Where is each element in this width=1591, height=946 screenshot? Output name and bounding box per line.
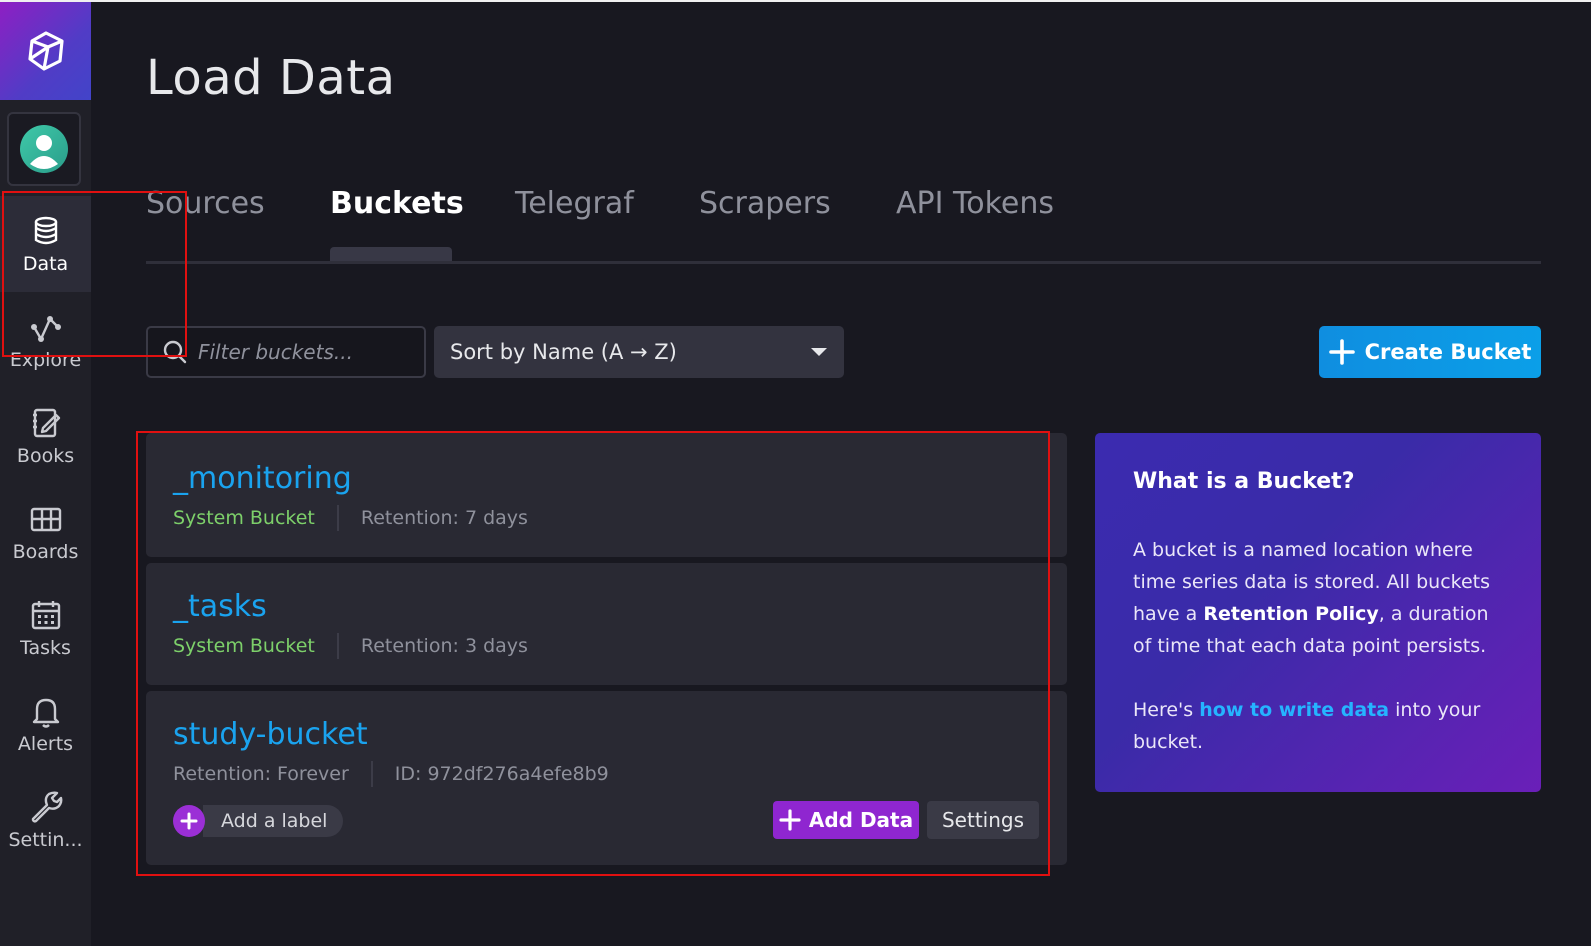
sort-dropdown[interactable]: Sort by Name (A → Z)	[434, 326, 844, 378]
graph-icon	[30, 316, 61, 342]
search-icon	[163, 340, 187, 364]
bucket-id-text: ID: 972df276a4efe8b9	[394, 763, 609, 785]
system-bucket-badge: System Bucket	[173, 635, 315, 657]
bucket-info-panel: What is a Bucket? A bucket is a named lo…	[1095, 433, 1541, 792]
influx-logo[interactable]	[0, 2, 91, 100]
sidebar-item-settings[interactable]: Settin...	[0, 772, 91, 868]
top-border	[0, 0, 1591, 2]
bell-icon	[32, 698, 59, 728]
page-title: Load Data	[146, 50, 396, 106]
retention-text: Retention: Forever	[173, 763, 349, 785]
plus-icon	[1328, 339, 1355, 365]
tab-telegraf[interactable]: Telegraf	[515, 186, 634, 221]
sidebar-item-data[interactable]: Data	[0, 196, 91, 292]
tab-sources[interactable]: Sources	[146, 186, 265, 221]
sidebar-item-books[interactable]: Books	[0, 388, 91, 484]
add-data-label: Add Data	[808, 808, 914, 832]
tab-scrapers[interactable]: Scrapers	[699, 186, 831, 221]
tab-buckets[interactable]: Buckets	[330, 186, 464, 221]
sidebar-item-boards[interactable]: Boards	[0, 484, 91, 580]
retention-text: Retention: 7 days	[360, 507, 528, 529]
sidebar-item-explore[interactable]: Explore	[0, 292, 91, 388]
retention-policy-text: Retention Policy	[1203, 603, 1379, 625]
calendar-icon	[31, 601, 60, 630]
tab-bar: Sources Buckets Telegraf Scrapers API To…	[146, 186, 1541, 264]
avatar-icon	[20, 125, 68, 173]
meta-divider	[336, 505, 339, 531]
tab-api-tokens[interactable]: API Tokens	[896, 186, 1054, 221]
sidebar-item-label: Alerts	[17, 733, 74, 755]
info-text: Here's	[1133, 699, 1200, 721]
active-tab-indicator	[330, 247, 452, 261]
bucket-name-link[interactable]: _tasks	[173, 589, 267, 624]
add-data-button[interactable]: Add Data	[773, 801, 919, 839]
caret-down-icon	[811, 348, 827, 356]
filter-buckets-field[interactable]	[146, 326, 426, 378]
cube-logo-icon	[27, 31, 64, 71]
info-paragraph-1: A bucket is a named location where time …	[1133, 534, 1503, 662]
sidebar-item-label: Boards	[12, 541, 79, 563]
sidebar-item-label: Tasks	[20, 637, 71, 659]
bucket-card-monitoring: _monitoring System Bucket Retention: 7 d…	[146, 433, 1067, 557]
sort-dropdown-label: Sort by Name (A → Z)	[450, 340, 677, 364]
filter-buckets-input[interactable]	[198, 340, 408, 364]
info-paragraph-2: Here's how to write data into your bucke…	[1133, 694, 1503, 758]
wrench-icon	[31, 791, 62, 823]
add-label-button[interactable]: Add a label	[173, 805, 344, 837]
meta-divider	[336, 633, 339, 659]
bucket-card-study-bucket: study-bucket Retention: Forever ID: 972d…	[146, 691, 1067, 865]
user-avatar-button[interactable]	[7, 112, 81, 186]
database-icon	[34, 216, 57, 245]
notebook-icon	[32, 408, 60, 438]
create-bucket-label: Create Bucket	[1364, 340, 1532, 364]
sidebar-item-tasks[interactable]: Tasks	[0, 580, 91, 676]
sidebar-item-label: Data	[22, 253, 69, 275]
add-label-plus-icon	[173, 805, 205, 837]
dashboard-grid-icon	[30, 507, 61, 532]
how-to-write-data-link[interactable]: how to write data	[1199, 699, 1389, 721]
sidebar-item-label: Settin...	[8, 829, 83, 851]
bucket-card-tasks: _tasks System Bucket Retention: 3 days	[146, 563, 1067, 685]
bucket-meta: Retention: Forever ID: 972df276a4efe8b9	[173, 761, 609, 787]
sidebar-item-label: Books	[16, 445, 75, 467]
retention-text: Retention: 3 days	[360, 635, 528, 657]
create-bucket-button[interactable]: Create Bucket	[1319, 326, 1541, 378]
info-title: What is a Bucket?	[1133, 469, 1355, 494]
sidebar-item-alerts[interactable]: Alerts	[0, 676, 91, 772]
sidebar: Data Explore Books Boards Tasks Alerts S…	[0, 2, 91, 946]
bucket-meta: System Bucket Retention: 7 days	[173, 505, 528, 531]
bucket-settings-button[interactable]: Settings	[927, 801, 1039, 839]
add-label-text: Add a label	[203, 805, 344, 837]
bucket-meta: System Bucket Retention: 3 days	[173, 633, 528, 659]
plus-icon	[779, 809, 801, 831]
system-bucket-badge: System Bucket	[173, 507, 315, 529]
bucket-name-link[interactable]: study-bucket	[173, 717, 368, 752]
bucket-name-link[interactable]: _monitoring	[173, 461, 352, 496]
sidebar-item-label: Explore	[9, 349, 82, 371]
meta-divider	[370, 761, 373, 787]
